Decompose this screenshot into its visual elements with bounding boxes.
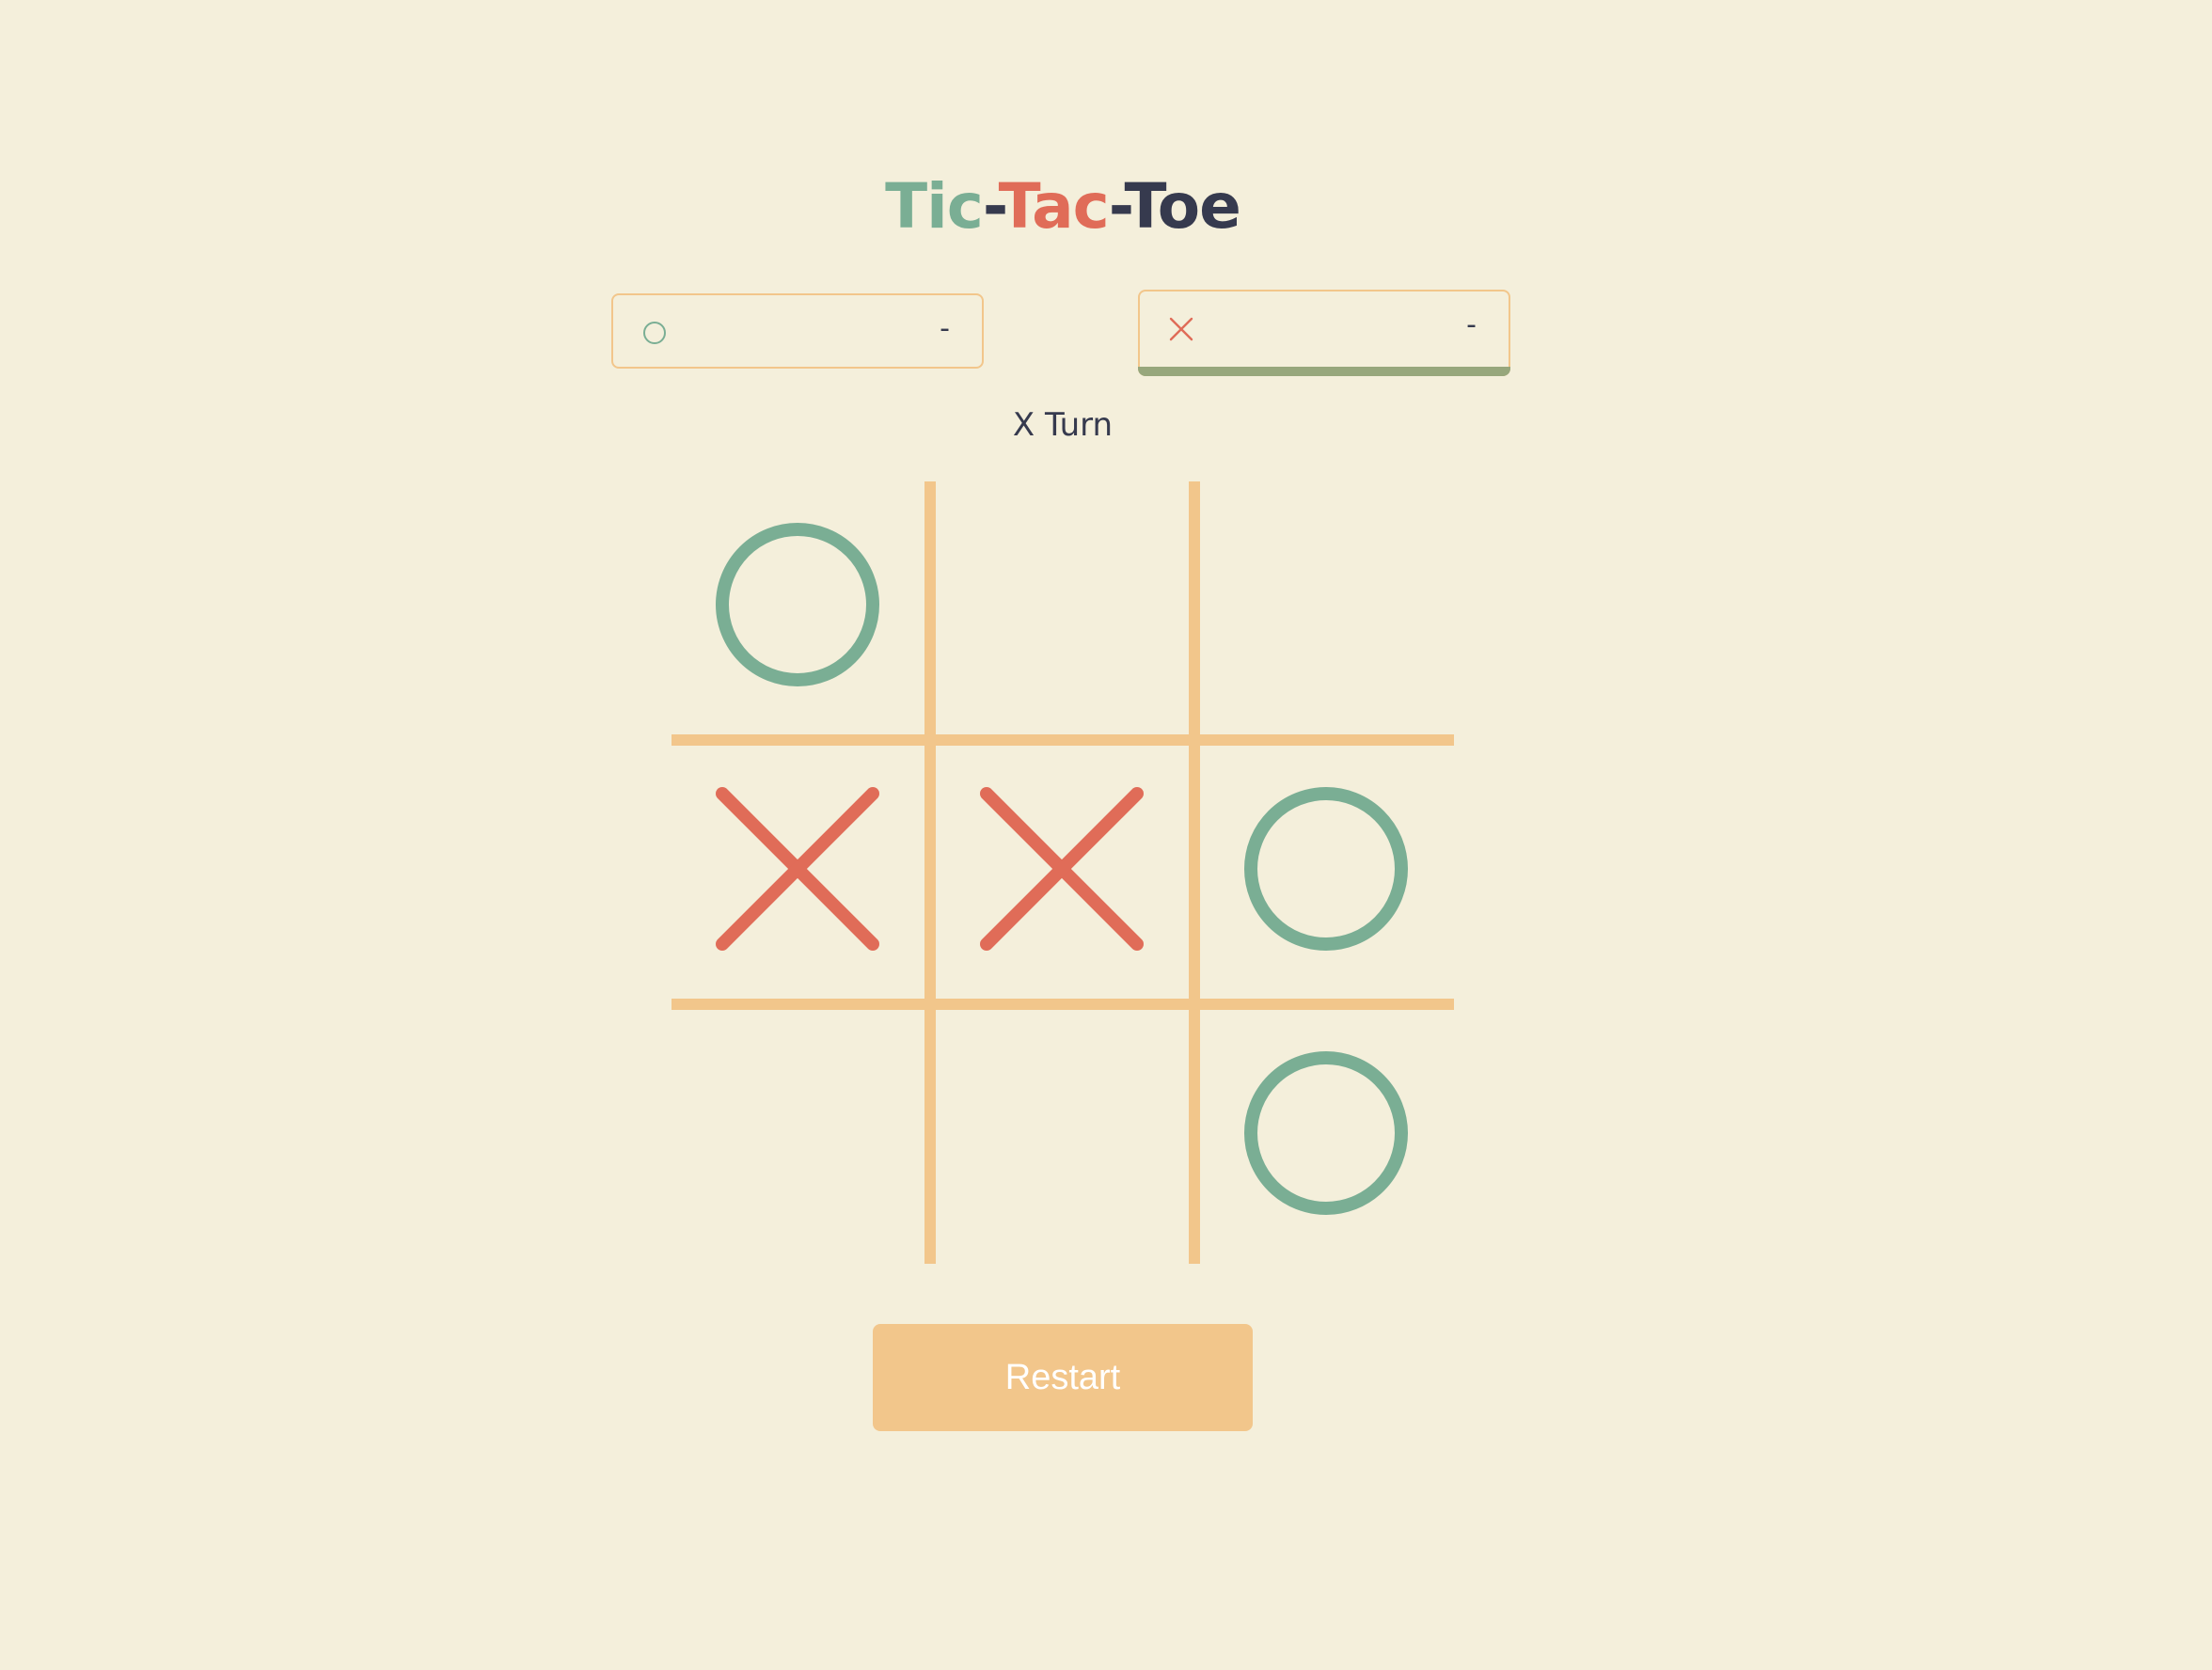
board-cell-1-3[interactable] xyxy=(1200,481,1452,733)
page-title: Tic-Tac-Toe xyxy=(0,162,2125,252)
circle-icon xyxy=(643,322,666,344)
board-cell-2-1[interactable] xyxy=(672,746,924,998)
o-mark-icon xyxy=(1244,787,1408,951)
title-tac: Tac xyxy=(998,170,1110,243)
x-mark-icon xyxy=(980,787,1144,951)
title-toe: Toe xyxy=(1124,170,1241,243)
board-cell-3-2[interactable] xyxy=(936,1010,1188,1262)
game-page: Tic-Tac-Toe - - X Turn Restart xyxy=(0,0,2212,1670)
x-mark-icon xyxy=(716,787,879,951)
title-dash-1: - xyxy=(982,170,1000,243)
player-o-score: - xyxy=(940,312,950,345)
restart-button[interactable]: Restart xyxy=(873,1324,1253,1431)
board-cell-3-3[interactable] xyxy=(1200,1010,1452,1262)
o-mark-icon xyxy=(716,523,879,686)
game-board xyxy=(672,481,1454,1264)
cross-icon xyxy=(1169,317,1193,341)
board-cell-1-2[interactable] xyxy=(936,481,1188,733)
o-mark-icon xyxy=(1244,1051,1408,1215)
title-dash-2: - xyxy=(1108,170,1126,243)
board-cell-2-3[interactable] xyxy=(1200,746,1452,998)
player-o-score-box: - xyxy=(611,293,984,369)
player-x-score-box: - xyxy=(1138,290,1510,376)
active-player-indicator xyxy=(1138,367,1510,376)
board-cell-2-2[interactable] xyxy=(936,746,1188,998)
board-cell-1-1[interactable] xyxy=(672,481,924,733)
title-tic: Tic xyxy=(885,170,984,243)
board-cell-3-1[interactable] xyxy=(672,1010,924,1262)
player-x-score: - xyxy=(1466,308,1477,341)
turn-status: X Turn xyxy=(1012,406,1114,444)
